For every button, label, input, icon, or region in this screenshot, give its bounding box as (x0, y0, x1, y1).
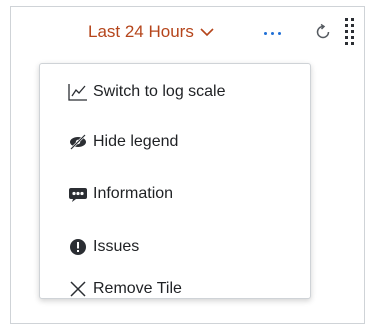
time-range-label: Last 24 Hours (88, 22, 194, 41)
dashboard-tile: Last 24 Hours Switch to log scale Hide l… (10, 6, 365, 324)
eye-slash-icon (68, 132, 88, 152)
tile-toolbar: Last 24 Hours (11, 7, 364, 55)
menu-item-information[interactable]: Information (40, 174, 310, 214)
menu-item-remove-tile[interactable]: Remove Tile (40, 278, 310, 300)
grip-icon[interactable] (344, 17, 356, 51)
menu-item-label: Issues (93, 238, 140, 255)
menu-item-switch-log-scale[interactable]: Switch to log scale (40, 72, 310, 112)
alert-circle-icon (68, 237, 88, 257)
ellipsis-icon[interactable] (264, 29, 286, 37)
menu-item-label: Remove Tile (93, 280, 182, 297)
menu-item-hide-legend[interactable]: Hide legend (40, 122, 310, 162)
tile-options-menu: Switch to log scale Hide legend Informat… (39, 63, 311, 299)
close-icon (68, 279, 88, 299)
info-bubble-icon (68, 184, 88, 204)
chevron-down-icon (200, 28, 214, 37)
menu-item-label: Switch to log scale (93, 83, 226, 100)
menu-item-label: Hide legend (93, 133, 179, 150)
time-range-dropdown[interactable]: Last 24 Hours (88, 21, 214, 43)
refresh-icon[interactable] (314, 23, 332, 41)
menu-item-label: Information (93, 185, 174, 202)
menu-item-issues[interactable]: Issues (40, 227, 310, 267)
line-chart-icon (68, 82, 88, 102)
